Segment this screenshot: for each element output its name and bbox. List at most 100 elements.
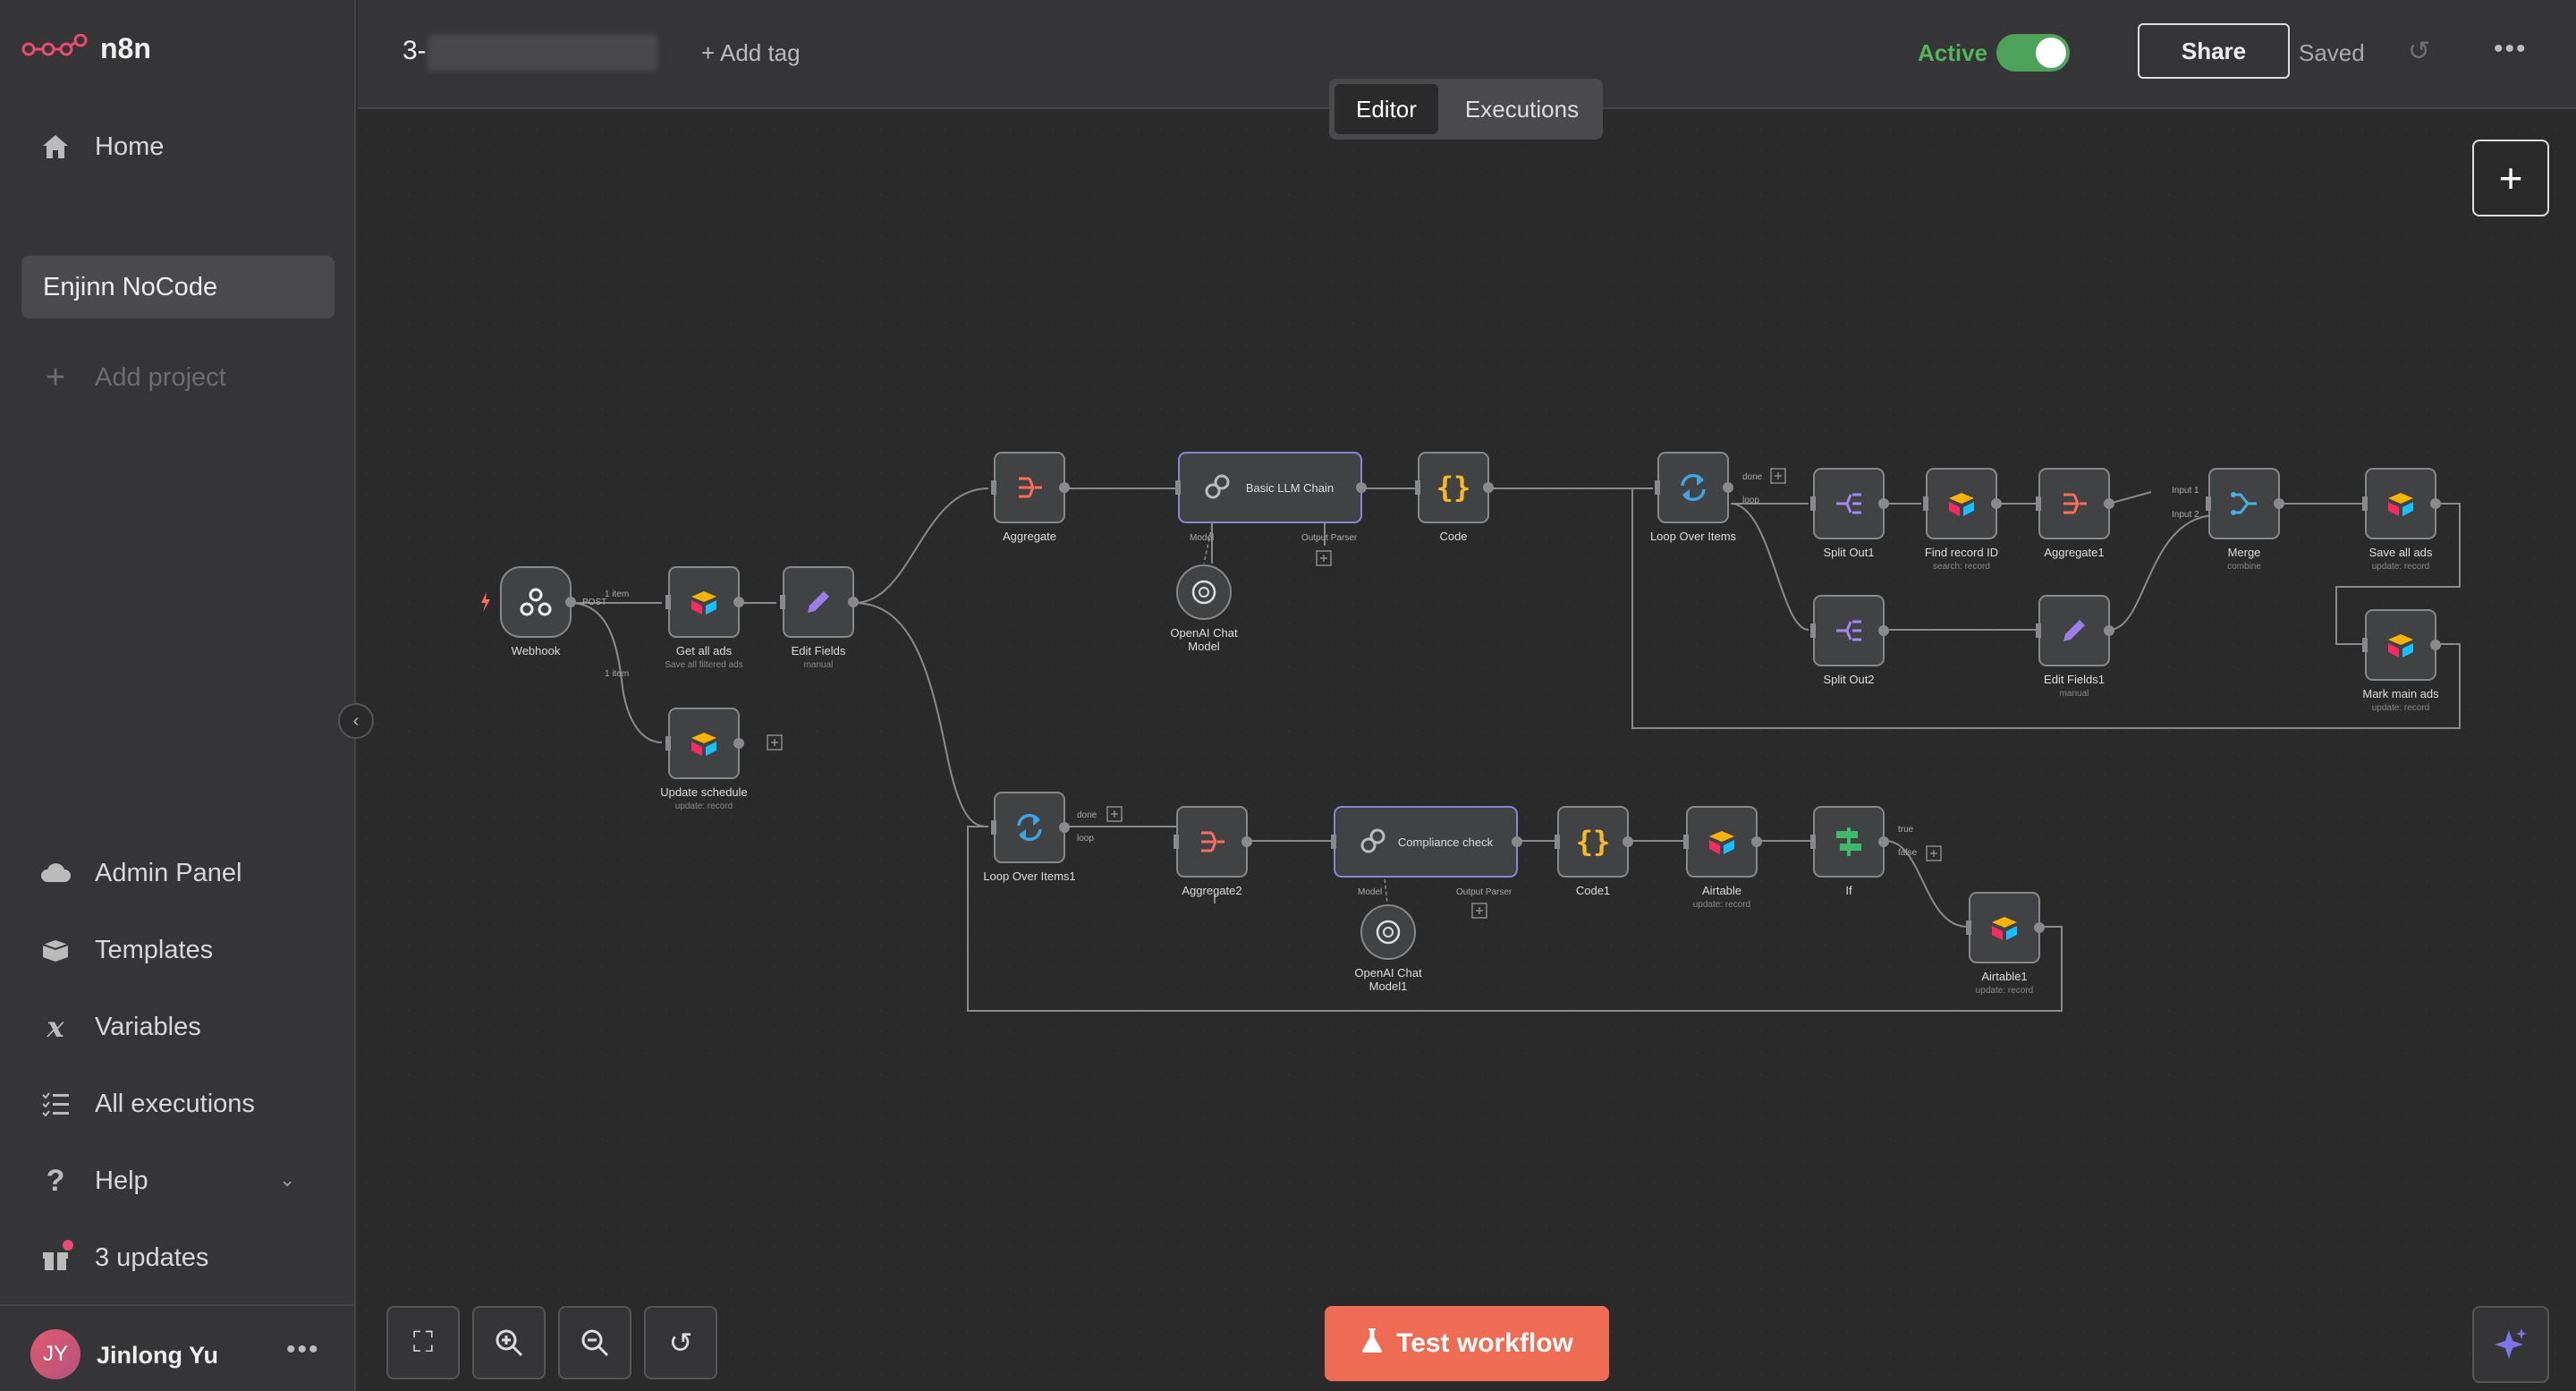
workflow-graph[interactable]: 1 item POST 1 item Model Output Parser d… (358, 111, 2576, 1391)
edge-label: true (1898, 825, 1914, 835)
node-subtitle: manual (2060, 689, 2089, 699)
sidebar-item-admin-panel[interactable]: Admin Panel (39, 857, 242, 889)
node-name: Model (1188, 640, 1220, 653)
workflow-node[interactable]: Compliance check (1331, 806, 1522, 878)
node-subtitle: search: record (1933, 562, 1990, 572)
edge-label: Output Parser (1301, 533, 1358, 543)
edge-label: Model (1190, 533, 1214, 543)
node-name: If (1845, 884, 1852, 897)
node-name: Aggregate1 (2044, 546, 2104, 559)
node-subtitle: update: record (675, 802, 733, 811)
workflow-node[interactable]: Update schedule update: record (660, 708, 748, 811)
more-icon[interactable]: ••• (286, 1335, 320, 1365)
workflow-node[interactable]: Mark main ads update: record (2362, 609, 2441, 713)
node-name: Airtable (1702, 884, 1741, 897)
fullscreen-icon: ⛶ (412, 1326, 434, 1358)
svg-text:{}: {} (1436, 471, 1471, 505)
zoom-in-button[interactable] (472, 1306, 546, 1379)
edge-label: Input 2 (2172, 510, 2199, 520)
workflow-node[interactable]: Basic LLM Chain (1175, 452, 1367, 523)
node-name: OpenAI Chat (1170, 626, 1238, 640)
edge-label: 1 item (605, 589, 629, 599)
node-subtitle: update: record (2372, 703, 2430, 713)
active-toggle[interactable] (1996, 34, 2070, 72)
sidebar-item-label: Add project (95, 362, 226, 392)
workflow-node[interactable]: Loop Over Items (1650, 452, 1737, 543)
sidebar-item-label: Variables (95, 1012, 201, 1041)
sidebar-item-label: Help (95, 1166, 148, 1195)
node-name: Save all ads (2369, 546, 2433, 559)
node-name: Basic LLM Chain (1246, 481, 1334, 495)
edge-label: Output Parser (1456, 887, 1513, 897)
tab-executions[interactable]: Executions (1444, 84, 1600, 134)
editor-tabs: Editor Executions (1329, 79, 1603, 140)
node-name: Loop Over Items (1650, 530, 1737, 543)
sidebar-item-help[interactable]: ? Help ⌄ (39, 1164, 308, 1198)
sidebar-item-templates[interactable]: Templates (39, 934, 213, 966)
sidebar-item-home[interactable]: Home (39, 131, 164, 163)
node-subtitle: update: record (1693, 900, 1751, 910)
share-button[interactable]: Share (2138, 23, 2290, 79)
sidebar-item-project[interactable]: Enjinn NoCode (21, 256, 335, 318)
add-project-button[interactable]: + Add project (39, 358, 226, 396)
workflow-canvas[interactable]: 1 item POST 1 item Model Output Parser d… (358, 111, 2576, 1391)
chevron-down-icon: ⌄ (279, 1168, 296, 1191)
logo[interactable]: n8n (21, 32, 151, 65)
node-name: Code (1439, 530, 1467, 543)
tab-editor[interactable]: Editor (1335, 84, 1438, 134)
zoom-out-button[interactable] (558, 1306, 631, 1379)
sparkle-icon (2495, 1328, 2527, 1359)
code-icon: {} (1436, 471, 1471, 505)
collapse-sidebar-button[interactable]: ‹ (338, 703, 374, 739)
fit-view-button[interactable]: ⛶ (386, 1306, 460, 1379)
plus-icon: + (2498, 155, 2523, 201)
node-name: Loop Over Items1 (983, 869, 1075, 883)
test-workflow-button[interactable]: Test workflow (1325, 1306, 1609, 1381)
add-tag-button[interactable]: + Add tag (701, 39, 801, 67)
workflow-node[interactable]: Save all ads update: record (2362, 468, 2441, 572)
add-node-button[interactable]: + (2472, 140, 2549, 216)
workflow-node[interactable]: Edit Fields1 manual (2036, 595, 2114, 699)
node-name: Edit Fields (792, 644, 846, 657)
node-name: Split Out1 (1823, 546, 1874, 559)
sidebar: n8n Home Enjinn NoCode + Add project Adm… (0, 0, 356, 1391)
workflow-node[interactable]: Find record ID search: record (1923, 468, 2002, 572)
toggle-knob (2036, 38, 2066, 68)
edge-label: Input 1 (2172, 486, 2199, 496)
node-name: Update schedule (660, 785, 748, 799)
brand-name: n8n (100, 32, 151, 64)
node-name: Get all ads (676, 644, 733, 657)
workflow-node[interactable]: Aggregate1 (2036, 468, 2114, 559)
workflow-node[interactable]: Aggregate2 (1174, 806, 1252, 897)
history-icon[interactable]: ↺ (2408, 36, 2430, 67)
sidebar-item-variables[interactable]: x Variables (39, 1010, 201, 1044)
avatar[interactable]: JY (30, 1329, 80, 1379)
workflow-node[interactable]: Loop Over Items1 (983, 792, 1076, 883)
edge-label: 1 item (605, 669, 629, 679)
home-icon (39, 131, 72, 163)
edge-label: POST (582, 598, 606, 607)
sidebar-item-label: Admin Panel (95, 858, 242, 887)
node-name: Aggregate2 (1182, 884, 1241, 897)
cloud-icon (39, 857, 72, 889)
reset-zoom-button[interactable]: ↺ (644, 1306, 717, 1379)
app-window: n8n Home Enjinn NoCode + Add project Adm… (0, 0, 2576, 1391)
plus-icon: + (45, 358, 66, 396)
node-name: Merge (2228, 546, 2261, 559)
more-options-icon[interactable]: ••• (2494, 34, 2528, 64)
sidebar-item-updates[interactable]: 3 updates (39, 1240, 208, 1274)
node-name: Edit Fields1 (2044, 673, 2105, 686)
test-workflow-label: Test workflow (1396, 1328, 1573, 1358)
active-label: Active (1918, 39, 1988, 66)
sidebar-item-label: Home (95, 131, 165, 161)
undo-icon: ↺ (668, 1327, 693, 1359)
workflow-name-redacted (428, 34, 658, 72)
workflow-name[interactable]: 3- (402, 36, 427, 66)
node-subtitle: manual (804, 660, 834, 670)
node-name: Split Out2 (1823, 673, 1874, 686)
gift-icon (39, 1240, 73, 1274)
node-name: Webhook (512, 644, 561, 657)
sidebar-item-all-executions[interactable]: All executions (39, 1088, 255, 1120)
ai-assistant-button[interactable] (2472, 1306, 2549, 1383)
chevron-left-icon: ‹ (352, 710, 360, 731)
